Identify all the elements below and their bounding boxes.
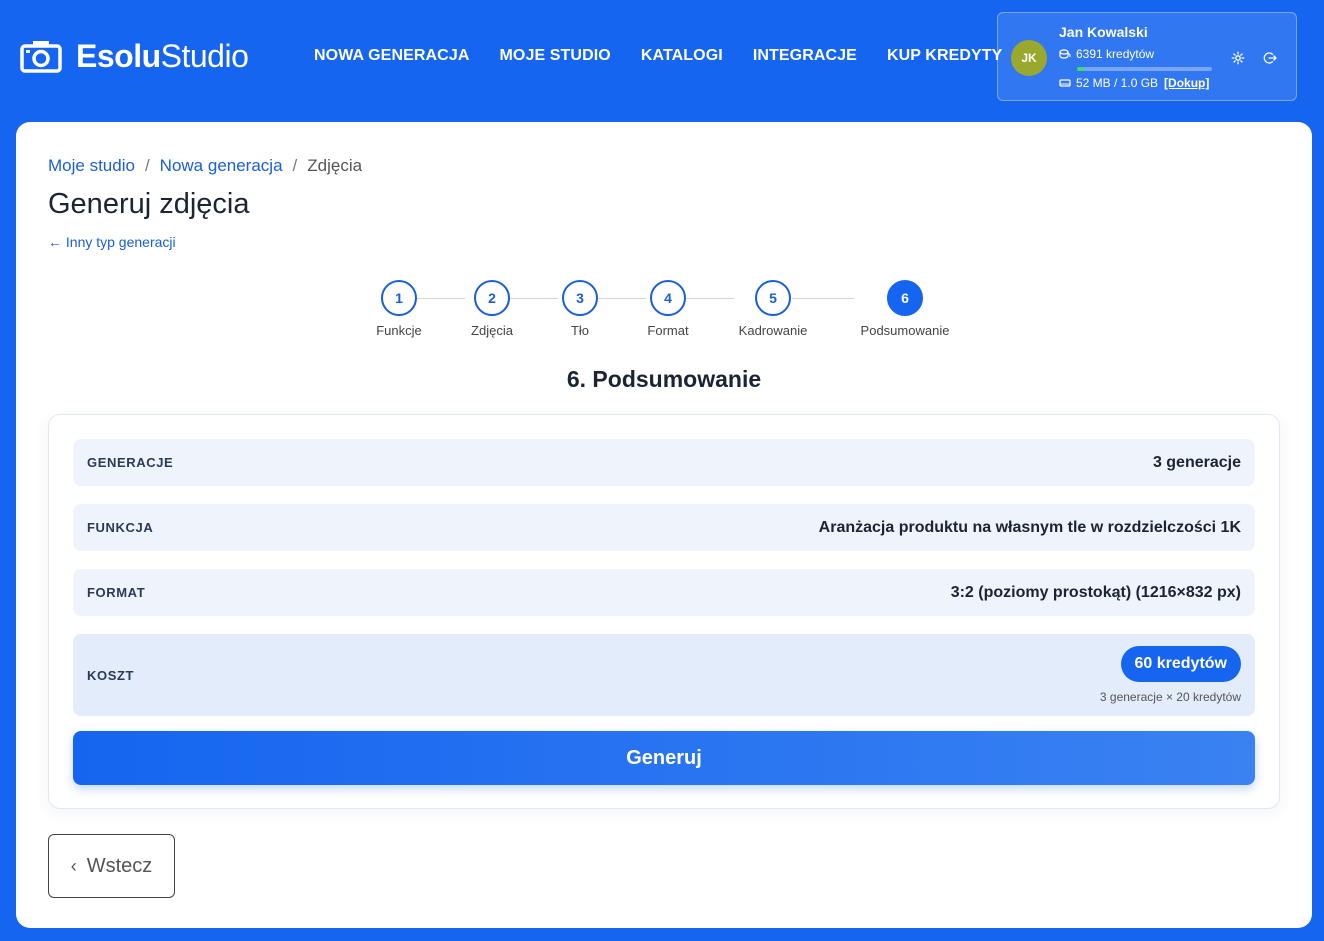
- row-label: GENERACJE: [87, 455, 174, 470]
- storage-info: 52 MB / 1.0 GB [Dokup]: [1059, 76, 1209, 90]
- row-value: 3:2 (poziomy prostokąt) (1216×832 px): [950, 583, 1241, 601]
- user-panel: JK Jan Kowalski 6391 kredytów 52 MB / 1.…: [997, 12, 1297, 101]
- nav-item-new-generation[interactable]: NOWA GENERACJA: [314, 46, 470, 66]
- step-number: 6: [887, 280, 923, 316]
- row-value: Aranżacja produktu na własnym tle w rozd…: [818, 518, 1241, 536]
- cost-breakdown: 3 generacje × 20 kredytów: [1099, 690, 1241, 704]
- drive-icon: [1059, 77, 1071, 89]
- back-button[interactable]: ‹ Wstecz: [48, 834, 175, 898]
- cost-details: 60 kredytów 3 generacje × 20 kredytów: [1100, 646, 1241, 704]
- logout-icon[interactable]: [1262, 50, 1278, 66]
- step-number: 4: [650, 280, 686, 316]
- step-5[interactable]: 5 Kadrowanie: [713, 280, 833, 338]
- breadcrumb-new-generation[interactable]: Nowa generacja: [160, 156, 283, 176]
- logo-text: EsoluStudio: [76, 38, 249, 74]
- cost-badge: 60 kredytów: [1120, 646, 1241, 682]
- summary-panel: GENERACJE 3 generacje FUNKCJA Aranżacja …: [48, 414, 1280, 809]
- logo[interactable]: EsoluStudio: [20, 38, 249, 74]
- nav-item-integrations[interactable]: INTEGRACJE: [753, 46, 857, 66]
- step-6[interactable]: 6 Podsumowanie: [845, 280, 965, 338]
- breadcrumb: Moje studio / Nowa generacja / Zdjęcia: [48, 156, 362, 176]
- top-up-link[interactable]: [Dokup]: [1164, 76, 1209, 90]
- credits-info: 6391 kredytów: [1059, 47, 1154, 61]
- summary-row-generations: GENERACJE 3 generacje: [73, 439, 1255, 486]
- chevron-left-icon: ‹: [70, 855, 77, 876]
- page-title: Generuj zdjęcia: [48, 188, 250, 220]
- storage-usage: 52 MB / 1.0 GB: [1076, 76, 1159, 90]
- breadcrumb-my-studio[interactable]: Moje studio: [48, 156, 135, 176]
- step-label: Kadrowanie: [738, 323, 808, 338]
- row-label: KOSZT: [87, 667, 135, 683]
- step-number: 2: [474, 280, 510, 316]
- step-label: Format: [647, 323, 689, 338]
- coins-icon: [1059, 48, 1071, 60]
- nav-item-my-studio[interactable]: MOJE STUDIO: [500, 46, 611, 66]
- breadcrumb-current: Zdjęcia: [307, 156, 363, 175]
- nav-item-buy-credits[interactable]: KUP KREDYTY: [887, 46, 1003, 66]
- section-title: 6. Podsumowanie: [566, 366, 762, 392]
- row-label: FORMAT: [87, 585, 146, 600]
- main-card: Moje studio / Nowa generacja / Zdjęcia G…: [16, 122, 1312, 928]
- step-label: Podsumowanie: [860, 323, 950, 338]
- row-value: 3 generacje: [1152, 453, 1241, 471]
- generate-button[interactable]: Generuj: [73, 731, 1255, 785]
- nav-item-catalogs[interactable]: KATALOGI: [641, 46, 723, 66]
- breadcrumb-separator: /: [144, 156, 150, 175]
- other-generation-type-link[interactable]: ← Inny typ generacji: [48, 234, 176, 250]
- summary-row-format: FORMAT 3:2 (poziomy prostokąt) (1216×832…: [73, 569, 1255, 616]
- gear-icon[interactable]: [1230, 50, 1246, 66]
- storage-progress-fill: [1077, 67, 1084, 71]
- breadcrumb-separator: /: [292, 156, 298, 175]
- storage-progress-bar: [1077, 67, 1212, 71]
- main-nav: NOWA GENERACJA MOJE STUDIO KATALOGI INTE…: [314, 46, 1032, 66]
- row-label: FUNKCJA: [87, 520, 154, 535]
- summary-row-function: FUNKCJA Aranżacja produktu na własnym tl…: [73, 504, 1255, 551]
- credits-count: 6391 kredytów: [1076, 47, 1155, 61]
- step-4[interactable]: 4 Format: [608, 280, 728, 338]
- step-number: 1: [381, 280, 417, 316]
- top-header: EsoluStudio NOWA GENERACJA MOJE STUDIO K…: [0, 0, 1324, 118]
- step-number: 5: [755, 280, 791, 316]
- summary-row-cost: KOSZT 60 kredytów 3 generacje × 20 kredy…: [73, 634, 1255, 716]
- stepper: 1 Funkcje 2 Zdjęcia 3 Tło 4 Format 5 Kad…: [16, 280, 1312, 340]
- back-button-label: Wstecz: [86, 854, 153, 877]
- avatar[interactable]: JK: [1011, 40, 1047, 76]
- camera-icon: [20, 39, 62, 73]
- user-name: Jan Kowalski: [1059, 24, 1148, 40]
- step-number: 3: [562, 280, 598, 316]
